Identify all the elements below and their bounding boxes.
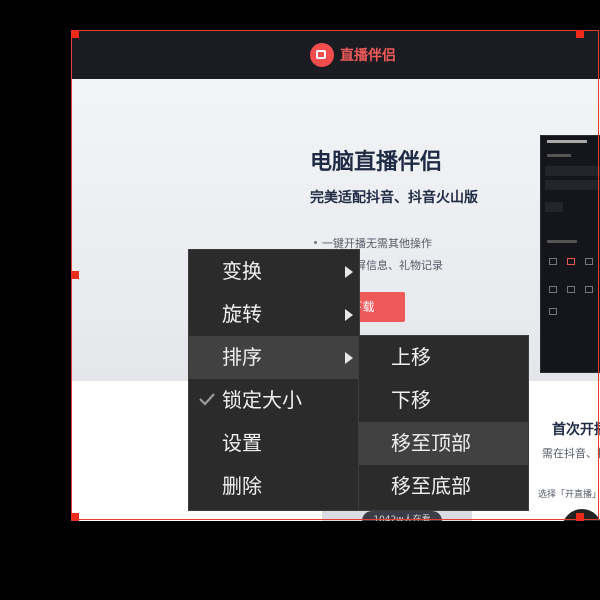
hero-title: 电脑直播伴侣 xyxy=(310,150,443,175)
site-header: 直播伴侣 xyxy=(72,31,600,79)
brand-name: 直播伴侣 xyxy=(340,48,396,64)
menu-item-label: 移至顶部 xyxy=(391,431,471,455)
menu-item-delete[interactable]: 删除 xyxy=(189,465,359,508)
submenu-arrow-icon xyxy=(345,352,353,364)
menu-item-label: 设置 xyxy=(222,431,262,455)
menu-item-label: 删除 xyxy=(222,474,262,498)
hero-subtitle: 完美适配抖音、抖音火山版 xyxy=(310,190,478,206)
app-preview-image xyxy=(540,135,600,373)
menu-item-label: 变换 xyxy=(222,259,262,283)
resize-handle[interactable] xyxy=(576,30,584,38)
menu-item-rotate[interactable]: 旋转 xyxy=(189,293,359,336)
camera-logo-icon xyxy=(310,43,334,67)
menu-item-lock-size[interactable]: 锁定大小 xyxy=(189,379,359,422)
submenu-arrow-icon xyxy=(345,309,353,321)
submenu-item-move-up[interactable]: 上移 xyxy=(359,336,528,379)
menu-item-label: 上移 xyxy=(391,345,431,369)
menu-item-label: 下移 xyxy=(391,388,431,412)
menu-item-order[interactable]: 排序 xyxy=(189,336,359,379)
menu-item-settings[interactable]: 设置 xyxy=(189,422,359,465)
menu-item-label: 旋转 xyxy=(222,302,262,326)
submenu-item-move-down[interactable]: 下移 xyxy=(359,379,528,422)
resize-handle[interactable] xyxy=(576,513,584,521)
menu-item-label: 移至底部 xyxy=(391,474,471,498)
section-text: 需在抖音、抖音火 xyxy=(542,447,600,460)
resize-handle[interactable] xyxy=(71,513,79,521)
menu-item-label: 排序 xyxy=(222,345,262,369)
menu-item-label: 锁定大小 xyxy=(222,388,302,412)
order-submenu: 上移 下移 移至顶部 移至底部 xyxy=(358,335,529,511)
submenu-item-move-to-bottom[interactable]: 移至底部 xyxy=(359,465,528,508)
submenu-arrow-icon xyxy=(345,266,353,278)
viewer-count-badge: 1042w人在看 xyxy=(362,511,442,521)
context-menu: 变换 旋转 排序 锁定大小 设置 删除 xyxy=(188,249,360,511)
section-title: 首次开播 xyxy=(552,422,600,438)
menu-item-transform[interactable]: 变换 xyxy=(189,250,359,293)
checkmark-icon xyxy=(199,393,215,406)
submenu-item-move-to-top[interactable]: 移至顶部 xyxy=(359,422,528,465)
section-text: 选择「开直播」功 xyxy=(538,490,600,500)
resize-handle[interactable] xyxy=(71,30,79,38)
resize-handle[interactable] xyxy=(71,271,79,279)
